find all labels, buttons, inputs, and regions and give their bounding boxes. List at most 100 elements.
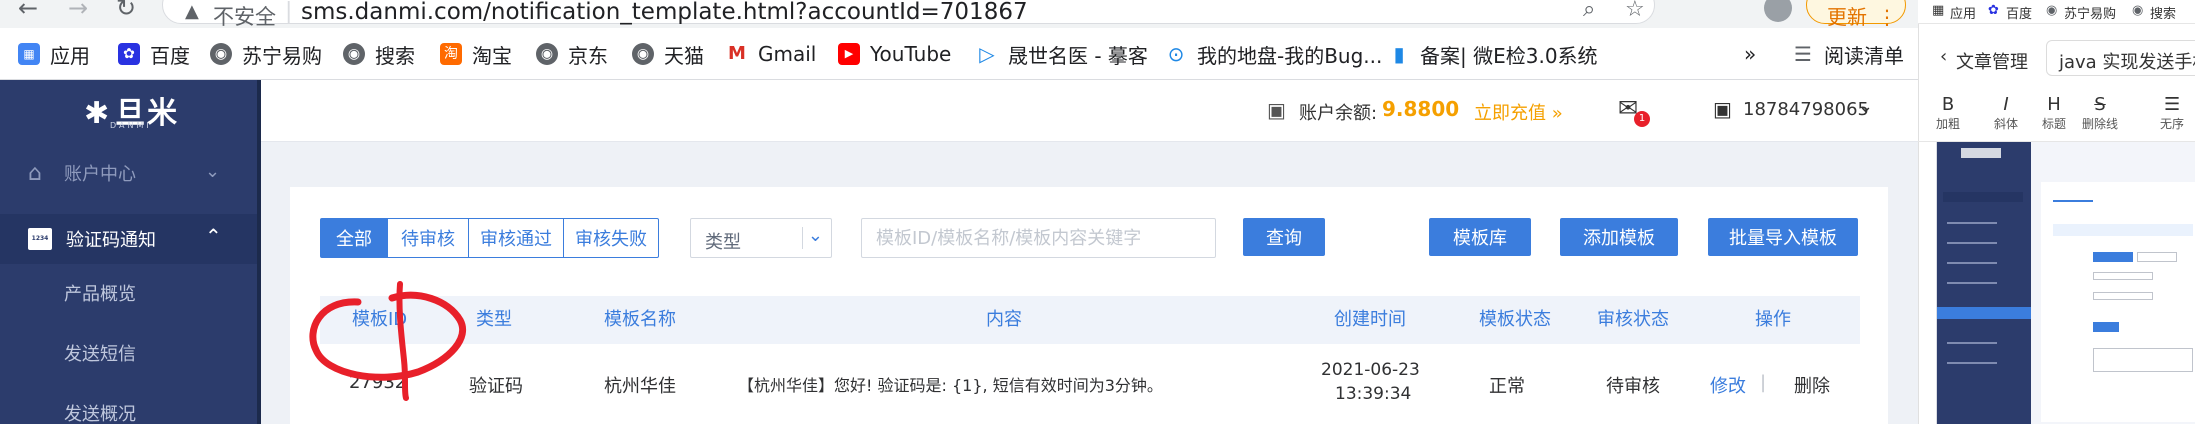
tab-approved[interactable]: 审核通过 [468,218,564,258]
tab-rejected[interactable]: 审核失败 [563,218,659,258]
bookmark-apps[interactable]: ▦ 应用 [18,41,90,68]
globe-icon: ◉ [536,43,558,65]
bookmark-search[interactable]: ◉ 搜索 [343,41,415,68]
forward-icon[interactable]: → [68,0,88,22]
editor-toolbar: B 加粗 I 斜体 H 标题 S 删除线 ☰ 无序 [1918,80,2195,142]
bulk-import-button[interactable]: 批量导入模板 [1708,218,1858,256]
star-icon[interactable]: ☆ [1625,0,1645,22]
action-divider: | [1760,372,1767,393]
right-bookmark-suning[interactable]: 苏宁易购 [2064,3,2116,22]
globe-icon: ◉ [2046,3,2058,18]
url-text[interactable]: sms.danmi.com/notification_template.html… [301,0,1028,25]
sms-icon: 1234 [28,228,52,250]
sidebar-item-send-overview[interactable]: 发送概况 [0,400,257,426]
col-type: 类型 [476,309,512,330]
editor-title-bar: ‹ 文章管理 java 实现发送手机 [1918,38,2195,80]
back-icon[interactable]: ← [18,0,38,22]
type-select-value: 类型 [705,232,741,253]
sidebar-item-sms-notify[interactable]: 1234 验证码通知 ⌃ [0,214,257,264]
delete-link[interactable]: 删除 [1794,372,1830,398]
unordered-list-tool[interactable]: ☰ 无序 [2160,94,2184,132]
update-button[interactable]: 更新 ⋮ [1806,0,1906,29]
tool-label: 斜体 [1994,117,2019,131]
recharge-link[interactable]: 立即充值 » [1474,99,1563,125]
taobao-icon: 淘 [440,43,462,65]
zoom-icon[interactable]: ⌕ [1583,0,1595,22]
thumb-tab [2053,194,2093,202]
strikethrough-tool[interactable]: S 删除线 [2082,94,2118,132]
bookmark-suning[interactable]: ◉ 苏宁易购 [210,41,322,68]
browser-toolbar: ← → ↻ ▲ 不安全 | sms.danmi.com/notification… [0,0,1918,29]
sidebar-item-account-center[interactable]: ⌂ 账户中心 ⌄ [0,152,257,194]
bookmark-moke[interactable]: ▷ 晟世名医 - 摹客 [976,41,1148,68]
baidu-icon: ✿ [1988,3,1999,18]
back-to-articles[interactable]: 文章管理 [1956,48,2028,74]
tab-pending[interactable]: 待审核 [387,218,469,258]
warning-icon: ▲ [185,1,199,22]
cell-template-status: 正常 [1489,376,1525,397]
cell-review-status: 待审核 [1606,376,1660,397]
type-select[interactable]: 类型 ⌄ [690,218,832,258]
globe-icon: ◉ [2132,3,2144,18]
col-content: 内容 [986,309,1022,330]
heading-tool[interactable]: H 标题 [2042,94,2066,132]
sidebar-item-label: 验证码通知 [66,230,156,251]
italic-icon: I [2003,94,2009,115]
bookmarks-more[interactable]: » [1744,41,1756,67]
bookmark-taobao[interactable]: 淘淘宝 [440,41,512,68]
bold-tool[interactable]: B 加粗 [1936,94,1960,132]
thumb-button [2137,252,2177,262]
article-title-input[interactable]: java 实现发送手机 [2046,40,2195,76]
col-template-status: 模板状态 [1479,309,1551,330]
chevron-up-icon: ⌃ [205,224,222,248]
bookmark-youtube[interactable]: ▶ YouTube [838,41,951,67]
bookmark-baidu[interactable]: ✿ 百度 [118,41,190,68]
moke-icon: ▷ [976,43,998,65]
right-bookmark-baidu[interactable]: 百度 [2006,3,2032,22]
bookmark-gmail[interactable]: M Gmail [726,41,816,67]
strikethrough-icon: S [2094,94,2106,115]
edit-link[interactable]: 修改 [1710,372,1746,398]
heading-icon: H [2047,94,2061,115]
chevron-down-icon[interactable]: ⌄ [1858,96,1873,117]
col-review-status: 审核状态 [1597,309,1669,330]
italic-tool[interactable]: I 斜体 [1994,94,2018,132]
bookmark-bug[interactable]: ⊙ 我的地盘-我的Bug... [1165,41,1382,68]
globe-icon: ◉ [210,43,232,65]
reading-list-icon: ☰ [1792,43,1814,65]
cell-created-date: 2021-06-23 [1321,360,1420,380]
col-template-name: 模板名称 [604,309,676,330]
bold-icon: B [1941,94,1955,115]
col-created-time: 创建时间 [1334,309,1406,330]
add-template-button[interactable]: 添加模板 [1560,218,1678,256]
profile-icon[interactable] [1764,0,1792,22]
right-bookmark-apps[interactable]: 应用 [1950,3,1976,22]
query-button[interactable]: 查询 [1243,218,1325,256]
bookmark-beian[interactable]: ▮ 备案| 微E检3.0系统 [1388,41,1598,68]
table-row: 27932 验证码 杭州华佳 【杭州华佳】您好! 验证码是: {1}, 短信有效… [320,344,1860,424]
bookmark-tmall[interactable]: ◉ 天猫 [632,41,704,68]
thumb-field [2093,272,2153,280]
tab-all[interactable]: 全部 [320,218,388,258]
top-header: ▣ 账户余额: 9.8800 立即充值 » ✉ 1 ▣ 18784798065 … [261,80,1918,142]
sidebar-item-send-sms[interactable]: 发送短信 [0,340,257,366]
reload-icon[interactable]: ↻ [116,0,136,22]
chevron-down-icon: ⌄ [205,161,221,182]
sidebar-item-product-overview[interactable]: 产品概览 [0,280,257,306]
address-bar[interactable]: ▲ 不安全 | sms.danmi.com/notification_templ… [162,0,1655,29]
thumb-notice [2053,224,2193,236]
account-phone[interactable]: 18784798065 [1743,99,1869,120]
search-input[interactable] [861,218,1216,258]
reading-list[interactable]: ☰ 阅读清单 [1792,41,1904,68]
youtube-icon: ▶ [838,43,860,65]
tool-label: 无序 [2160,117,2185,131]
tool-label: 删除线 [2082,117,2119,131]
col-actions: 操作 [1755,309,1791,330]
red-annotation-scribble [309,281,467,401]
chevron-left-icon[interactable]: ‹ [1940,46,1947,67]
cell-template-name: 杭州华佳 [604,376,676,397]
bookmark-jd[interactable]: ◉ 京东 [536,41,608,68]
embedded-screenshot [1936,142,2195,424]
template-library-button[interactable]: 模板库 [1429,218,1531,256]
right-bookmark-search[interactable]: 搜索 [2150,3,2176,22]
